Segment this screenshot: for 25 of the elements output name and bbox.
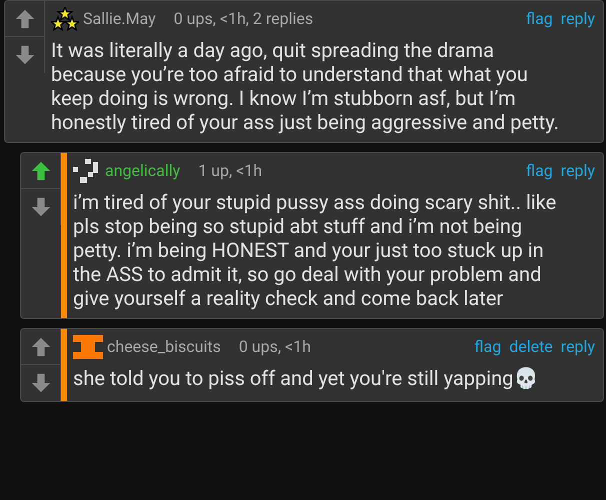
- comment-meta: 0 ups, <1h, 2 replies: [174, 8, 314, 30]
- action-link[interactable]: flag: [526, 7, 553, 31]
- up-arrow-icon: [30, 336, 52, 358]
- action-link[interactable]: flag: [474, 335, 502, 359]
- beam-icon: [73, 335, 103, 359]
- down-arrow-icon: [30, 196, 52, 218]
- action-link[interactable]: reply: [560, 335, 595, 359]
- username-link[interactable]: Sallie.May: [83, 7, 156, 31]
- comment-text: she told you to piss off and yet you're still yapping💀: [73, 366, 540, 390]
- up-arrow-icon: [30, 160, 52, 182]
- username-link[interactable]: cheese_biscuits: [107, 335, 221, 359]
- pixel-avatar-icon: [73, 159, 101, 183]
- action-link[interactable]: flag: [526, 159, 553, 183]
- down-arrow-icon: [30, 372, 52, 394]
- action-link[interactable]: reply: [560, 7, 595, 31]
- down-arrow-icon: [14, 44, 36, 66]
- username-link[interactable]: angelically: [105, 159, 180, 183]
- action-link[interactable]: reply: [560, 159, 595, 183]
- action-link[interactable]: delete: [509, 335, 553, 359]
- up-arrow-icon: [14, 8, 36, 30]
- stars-icon: [51, 7, 79, 31]
- comment-text: It was literally a day ago, quit spreading the drama because you’re too afraid to understand that what you keep doing is wrong. I know I’m stubborn asf, but I’m honestly tired of your ass just being aggressive and petty.: [51, 38, 559, 134]
- comment-meta: 1 up, <1h: [198, 160, 262, 182]
- comment-meta: 0 ups, <1h: [238, 336, 311, 358]
- comment-text: i’m tired of your stupid pussy ass doing scary shit.. like pls stop being so stupid abt stuff and i’m not being petty. i’m being HONEST and your just too stuck up in the ASS to admit it, so go deal with your problem and give yourself a reality check and come back later: [73, 190, 558, 310]
